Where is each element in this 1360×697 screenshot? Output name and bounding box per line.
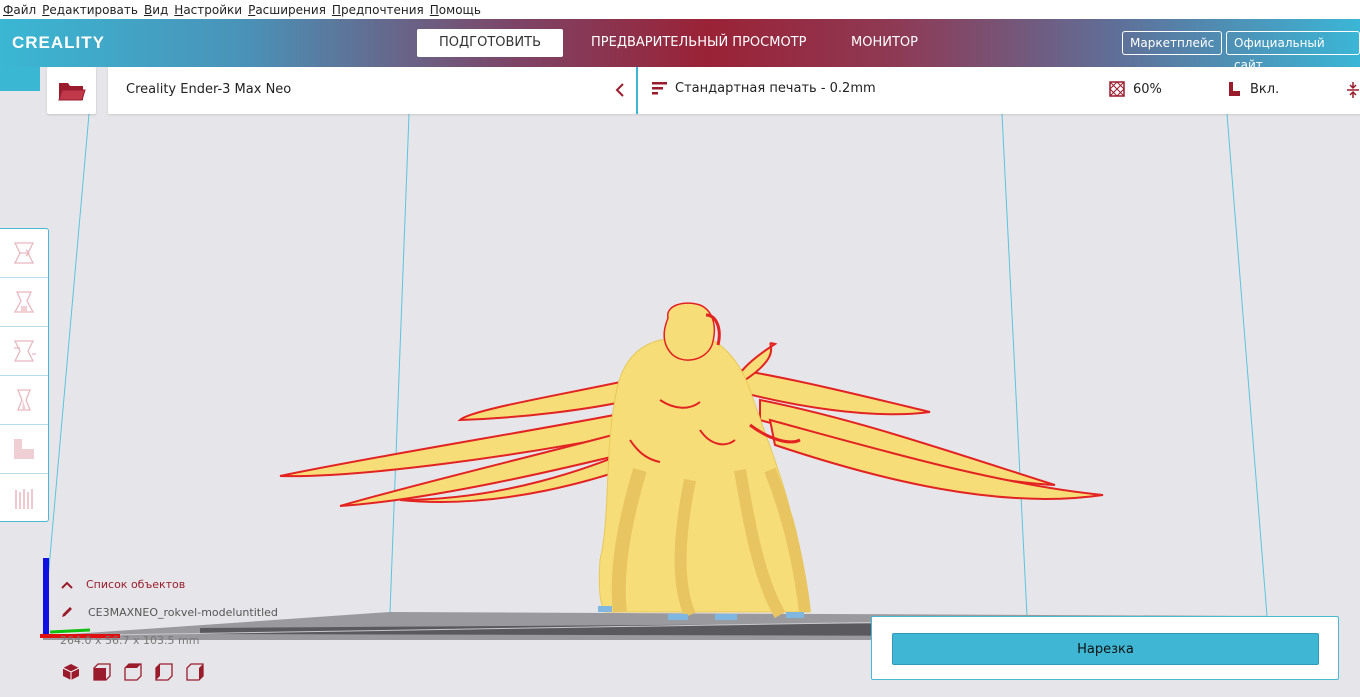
tab-prepare[interactable]: ПОДГОТОВИТЬ [417, 29, 564, 57]
rotate-tool-button[interactable] [0, 327, 48, 376]
printer-settings-panel: Creality Ender-3 Max Neo Стандартная печ… [108, 67, 1360, 114]
chevron-up-icon [61, 581, 73, 589]
build-volume-edge [1226, 114, 1268, 617]
menu-help[interactable]: Помощь [430, 3, 481, 17]
object-list-item[interactable]: CE3MAXNEO_rokvel-modeluntitled [60, 605, 278, 619]
cube-front-icon [93, 663, 111, 681]
open-file-button[interactable] [47, 67, 96, 114]
marketplace-button[interactable]: Маркетплейс [1122, 31, 1223, 55]
scale-tool-button[interactable] [0, 278, 48, 327]
print-profile-label: Стандартная печать - 0.2mm [675, 81, 876, 96]
view-left-button[interactable] [155, 663, 173, 681]
view-front-button[interactable] [93, 663, 111, 681]
slice-panel: Нарезка [871, 616, 1339, 680]
mirror-icon [17, 389, 31, 411]
folder-icon [57, 82, 86, 100]
support-icon [1229, 82, 1240, 96]
official-site-button[interactable]: Официальный сайт [1226, 31, 1360, 72]
cube-right-icon [186, 663, 204, 681]
rotate-icon [13, 340, 36, 362]
mirror-tool-button[interactable] [0, 376, 48, 425]
build-volume-edge [389, 114, 410, 613]
app-header: CREALITY ПОДГОТОВИТЬ ПРЕДВАРИТЕЛЬНЫЙ ПРО… [0, 19, 1360, 72]
pencil-icon[interactable] [60, 605, 74, 619]
scale-icon [13, 291, 35, 313]
adhesion-icon[interactable] [1346, 82, 1360, 98]
chevron-left-icon[interactable] [613, 79, 627, 101]
move-icon [13, 242, 35, 264]
print-profile-setting[interactable]: Стандартная печать - 0.2mm [652, 81, 876, 96]
menu-file[interactable]: Файл [3, 3, 36, 17]
3d-model[interactable] [279, 302, 1104, 620]
support-value: Вкл. [1250, 81, 1280, 97]
infill-value: 60% [1133, 81, 1162, 97]
infill-setting[interactable]: 60% [1109, 81, 1162, 97]
support-setting[interactable]: Вкл. [1226, 81, 1279, 97]
creality-logo: CREALITY [12, 33, 105, 52]
build-volume-edge [42, 114, 90, 637]
view-top-button[interactable] [124, 663, 142, 681]
object-list-title: Список объектов [86, 578, 186, 591]
move-tool-button[interactable] [0, 229, 48, 278]
view-right-button[interactable] [186, 663, 204, 681]
tab-monitor[interactable]: МОНИТОР [851, 29, 918, 57]
slice-button[interactable]: Нарезка [892, 633, 1319, 665]
menu-extensions[interactable]: Расширения [248, 3, 326, 17]
infill-icon [1109, 81, 1125, 97]
object-dimensions: 264.0 x 56.7 x 103.5 mm [60, 634, 200, 647]
view-3d-button[interactable] [62, 663, 80, 681]
support-blocker-icon [15, 488, 33, 509]
tab-preview[interactable]: ПРЕДВАРИТЕЛЬНЫЙ ПРОСМОТР [591, 29, 806, 57]
cube-left-icon [155, 663, 173, 681]
cube-3d-icon [62, 664, 80, 680]
panel-divider [636, 67, 638, 114]
printer-selector[interactable]: Creality Ender-3 Max Neo [126, 82, 291, 97]
object-list-header[interactable]: Список объектов [60, 578, 278, 591]
y-axis [49, 628, 91, 634]
profile-icon [652, 82, 667, 95]
menu-settings[interactable]: Настройки [174, 3, 242, 17]
menu-edit[interactable]: Редактировать [42, 3, 138, 17]
menu-preferences[interactable]: Предпочтения [332, 3, 424, 17]
left-toolbar [0, 228, 49, 522]
build-volume-edge [1001, 114, 1028, 617]
per-model-settings-icon [14, 439, 34, 459]
object-list: Список объектов CE3MAXNEO_rokvel-modelun… [60, 578, 278, 619]
object-name: CE3MAXNEO_rokvel-modeluntitled [88, 605, 278, 619]
cube-top-icon [124, 663, 142, 681]
camera-view-buttons [62, 663, 217, 681]
menu-view[interactable]: Вид [144, 3, 168, 17]
support-blocker-button[interactable] [0, 474, 48, 523]
per-model-settings-button[interactable] [0, 425, 48, 474]
menu-bar: Файл Редактировать Вид Настройки Расшире… [0, 0, 1360, 19]
